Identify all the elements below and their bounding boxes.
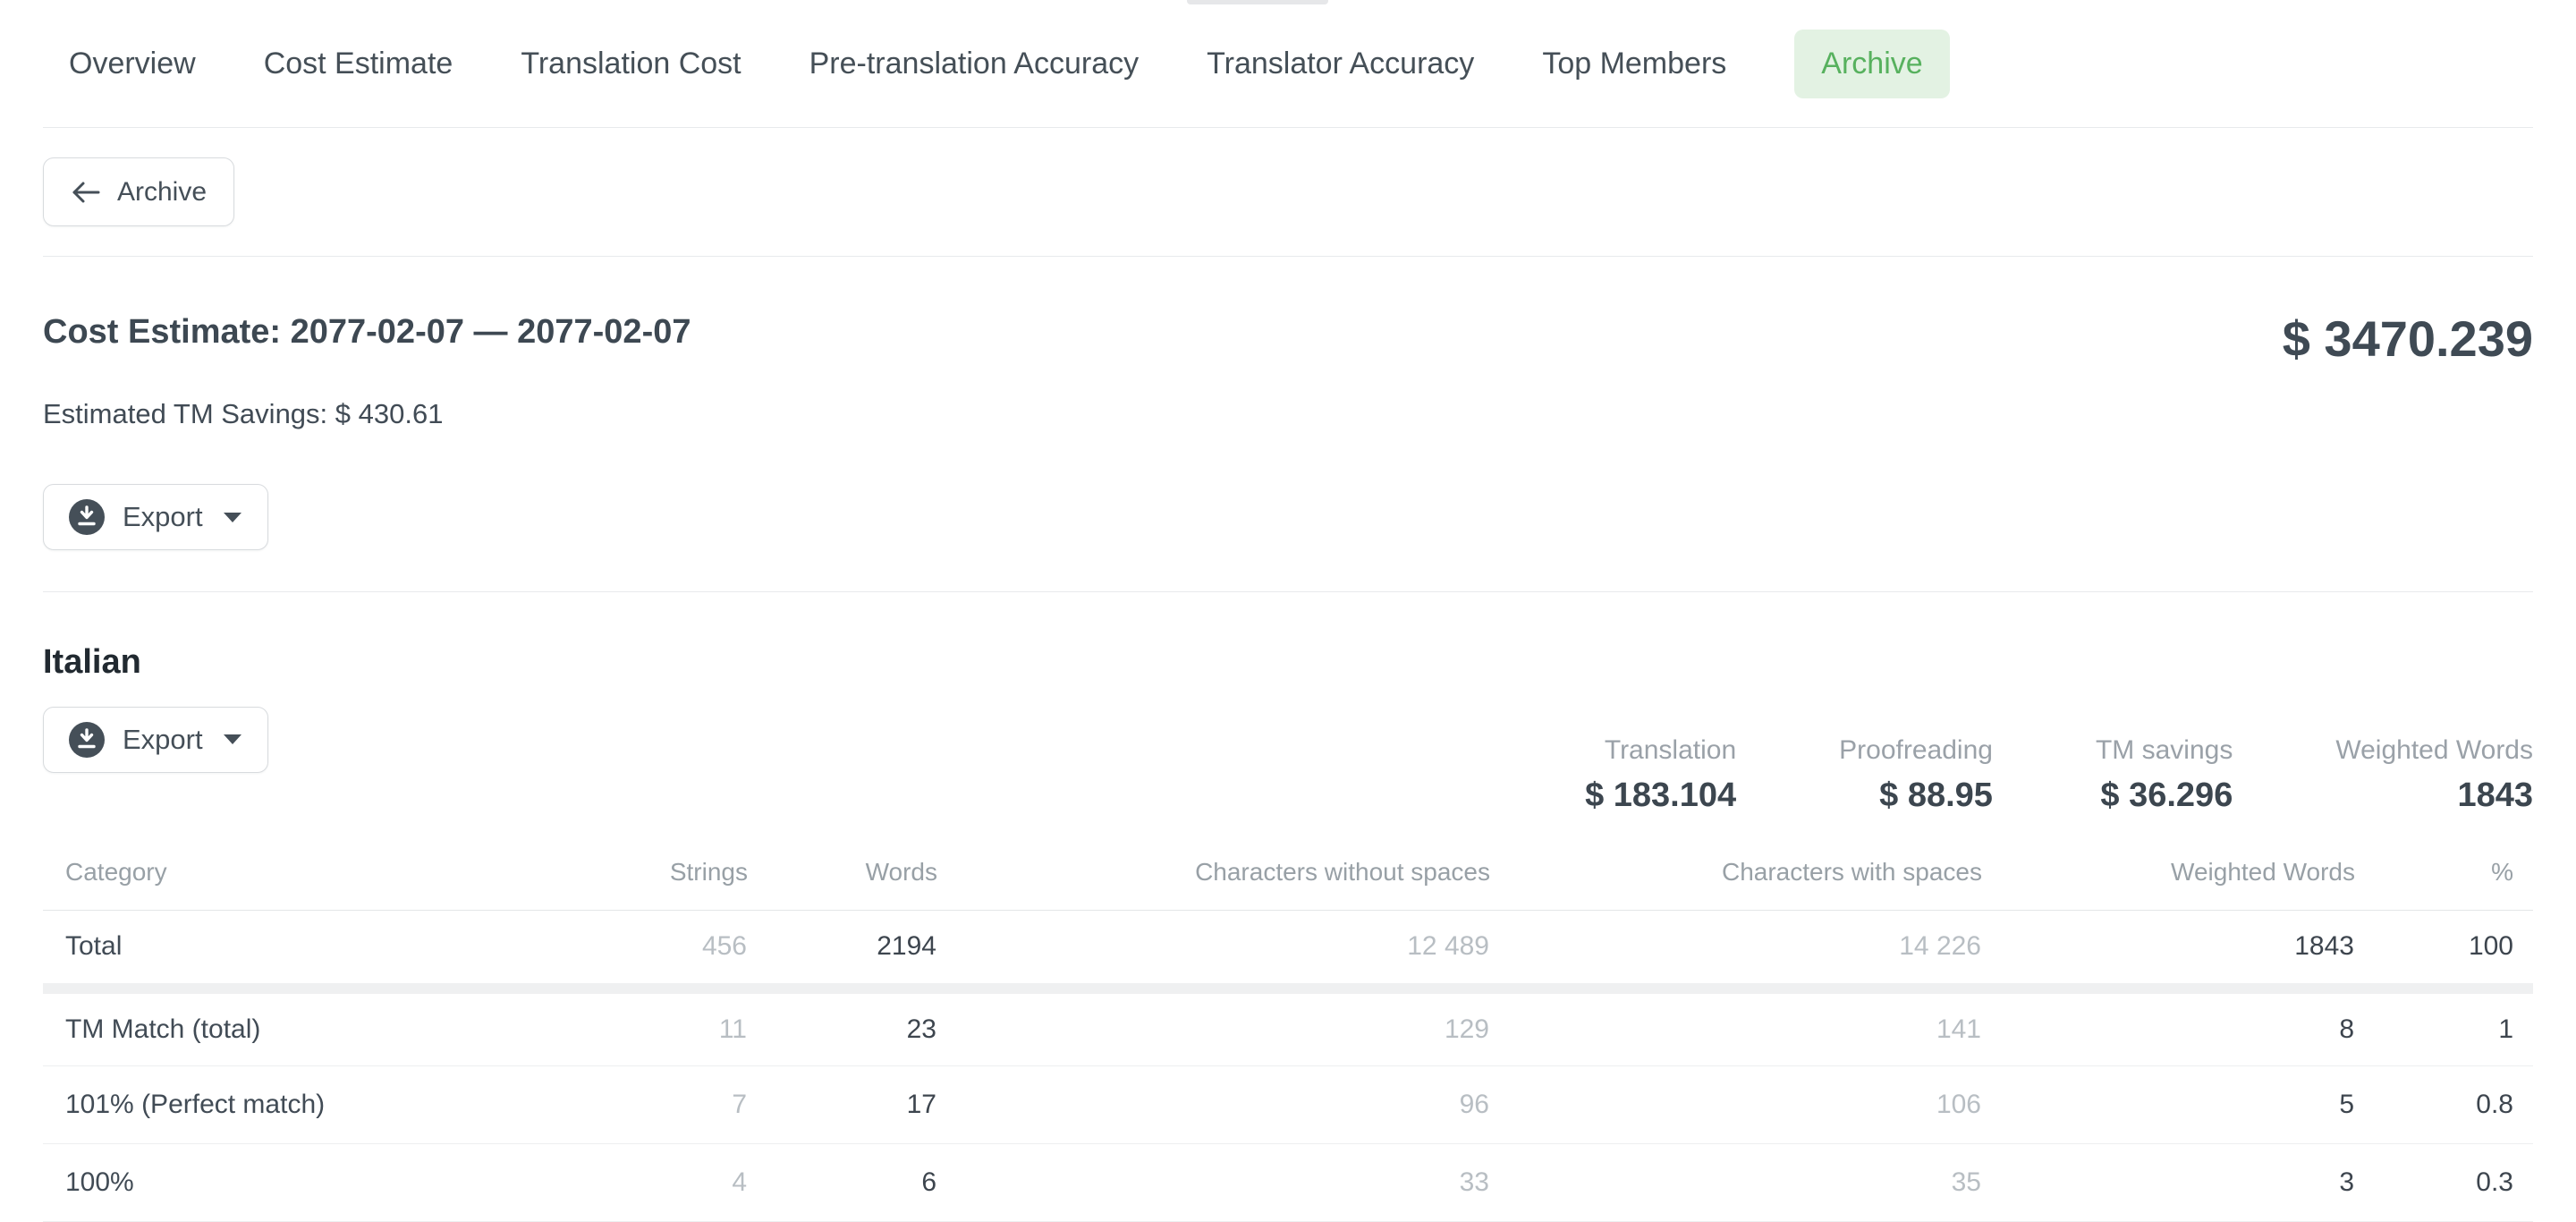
- stat-label: Translation: [1585, 735, 1736, 766]
- export-button-label: Export: [123, 501, 203, 533]
- stat-value: $ 88.95: [1839, 776, 1993, 815]
- clipped-top-element: [1187, 0, 1328, 4]
- tab-translator-accuracy[interactable]: Translator Accuracy: [1207, 30, 1474, 98]
- page-title: Cost Estimate: 2077-02-07 — 2077-02-07: [43, 312, 691, 353]
- language-title: Italian: [43, 642, 268, 683]
- total-amount: $ 3470.239: [2283, 314, 2533, 364]
- stat-weighted-words: Weighted Words 1843: [2335, 735, 2533, 815]
- back-button[interactable]: Archive: [43, 157, 234, 226]
- archive-toolbar: Archive: [43, 128, 2533, 257]
- cost-table: Category Strings Words Characters withou…: [43, 826, 2533, 1222]
- cost-estimate-summary: Cost Estimate: 2077-02-07 — 2077-02-07 $…: [43, 257, 2533, 592]
- export-button-label: Export: [123, 724, 203, 756]
- cell-chars-without-spaces: 12 489: [937, 911, 1490, 989]
- cell-strings: 4: [428, 1144, 748, 1222]
- export-button[interactable]: Export: [43, 484, 268, 550]
- cell-strings: 7: [428, 1066, 748, 1144]
- column-header-chars-without-spaces: Characters without spaces: [937, 826, 1490, 911]
- table-row: Total 456 2194 12 489 14 226 1843 100: [43, 911, 2533, 989]
- stat-tm-savings: TM savings $ 36.296: [2096, 735, 2233, 815]
- left-arrow-icon: [71, 179, 101, 206]
- cell-weighted-words: 1843: [1982, 911, 2355, 989]
- cell-category: 100%: [43, 1144, 428, 1222]
- language-section-italian: Italian Export Translation $ 183.104 Pro…: [43, 592, 2533, 815]
- cell-percent: 0.3: [2355, 1144, 2533, 1222]
- cell-chars-without-spaces: 129: [937, 989, 1490, 1066]
- tab-overview[interactable]: Overview: [69, 30, 196, 98]
- cell-weighted-words: 3: [1982, 1144, 2355, 1222]
- table-row: TM Match (total) 11 23 129 141 8 1: [43, 989, 2533, 1066]
- back-button-label: Archive: [117, 177, 207, 208]
- cell-chars-with-spaces: 14 226: [1490, 911, 1982, 989]
- tab-archive[interactable]: Archive: [1794, 30, 1949, 98]
- cell-chars-without-spaces: 96: [937, 1066, 1490, 1144]
- cell-percent: 100: [2355, 911, 2533, 989]
- tab-top-members[interactable]: Top Members: [1542, 30, 1726, 98]
- stat-translation: Translation $ 183.104: [1585, 735, 1736, 815]
- column-header-category: Category: [43, 826, 428, 911]
- cell-words: 2194: [748, 911, 937, 989]
- language-stats: Translation $ 183.104 Proofreading $ 88.…: [1482, 735, 2533, 815]
- column-header-weighted-words: Weighted Words: [1982, 826, 2355, 911]
- cell-category: Total: [43, 911, 428, 989]
- cell-weighted-words: 5: [1982, 1066, 2355, 1144]
- download-icon: [69, 499, 105, 535]
- cell-chars-with-spaces: 106: [1490, 1066, 1982, 1144]
- cell-strings: 11: [428, 989, 748, 1066]
- download-icon: [69, 722, 105, 758]
- stat-label: TM savings: [2096, 735, 2233, 766]
- cell-words: 17: [748, 1066, 937, 1144]
- stat-value: $ 36.296: [2096, 776, 2233, 815]
- table-row: 101% (Perfect match) 7 17 96 106 5 0.8: [43, 1066, 2533, 1144]
- cell-weighted-words: 8: [1982, 989, 2355, 1066]
- tm-savings-line: Estimated TM Savings: $ 430.61: [43, 398, 2533, 430]
- column-header-strings: Strings: [428, 826, 748, 911]
- table-header: Category Strings Words Characters withou…: [43, 826, 2533, 911]
- column-header-words: Words: [748, 826, 937, 911]
- stat-proofreading: Proofreading $ 88.95: [1839, 735, 1993, 815]
- cell-category: 101% (Perfect match): [43, 1066, 428, 1144]
- cell-words: 23: [748, 989, 937, 1066]
- cell-words: 6: [748, 1144, 937, 1222]
- cell-percent: 0.8: [2355, 1066, 2533, 1144]
- cell-category: TM Match (total): [43, 989, 428, 1066]
- stat-label: Weighted Words: [2335, 735, 2533, 766]
- cell-strings: 456: [428, 911, 748, 989]
- tab-translation-cost[interactable]: Translation Cost: [521, 30, 741, 98]
- language-section-left: Italian Export: [43, 642, 268, 773]
- cell-percent: 1: [2355, 989, 2533, 1066]
- column-header-percent: %: [2355, 826, 2533, 911]
- stat-value: $ 183.104: [1585, 776, 1736, 815]
- tab-pre-translation-accuracy[interactable]: Pre-translation Accuracy: [809, 30, 1140, 98]
- stat-label: Proofreading: [1839, 735, 1993, 766]
- stat-value: 1843: [2335, 776, 2533, 815]
- column-header-chars-with-spaces: Characters with spaces: [1490, 826, 1982, 911]
- tab-cost-estimate[interactable]: Cost Estimate: [264, 30, 453, 98]
- cell-chars-with-spaces: 35: [1490, 1144, 1982, 1222]
- cell-chars-with-spaces: 141: [1490, 989, 1982, 1066]
- caret-down-icon: [223, 734, 242, 745]
- cost-table-container: Category Strings Words Characters withou…: [43, 826, 2533, 1222]
- table-row: 100% 4 6 33 35 3 0.3: [43, 1144, 2533, 1222]
- report-tabs: Overview Cost Estimate Translation Cost …: [43, 0, 2533, 128]
- cell-chars-without-spaces: 33: [937, 1144, 1490, 1222]
- caret-down-icon: [223, 512, 242, 523]
- language-export-button[interactable]: Export: [43, 707, 268, 773]
